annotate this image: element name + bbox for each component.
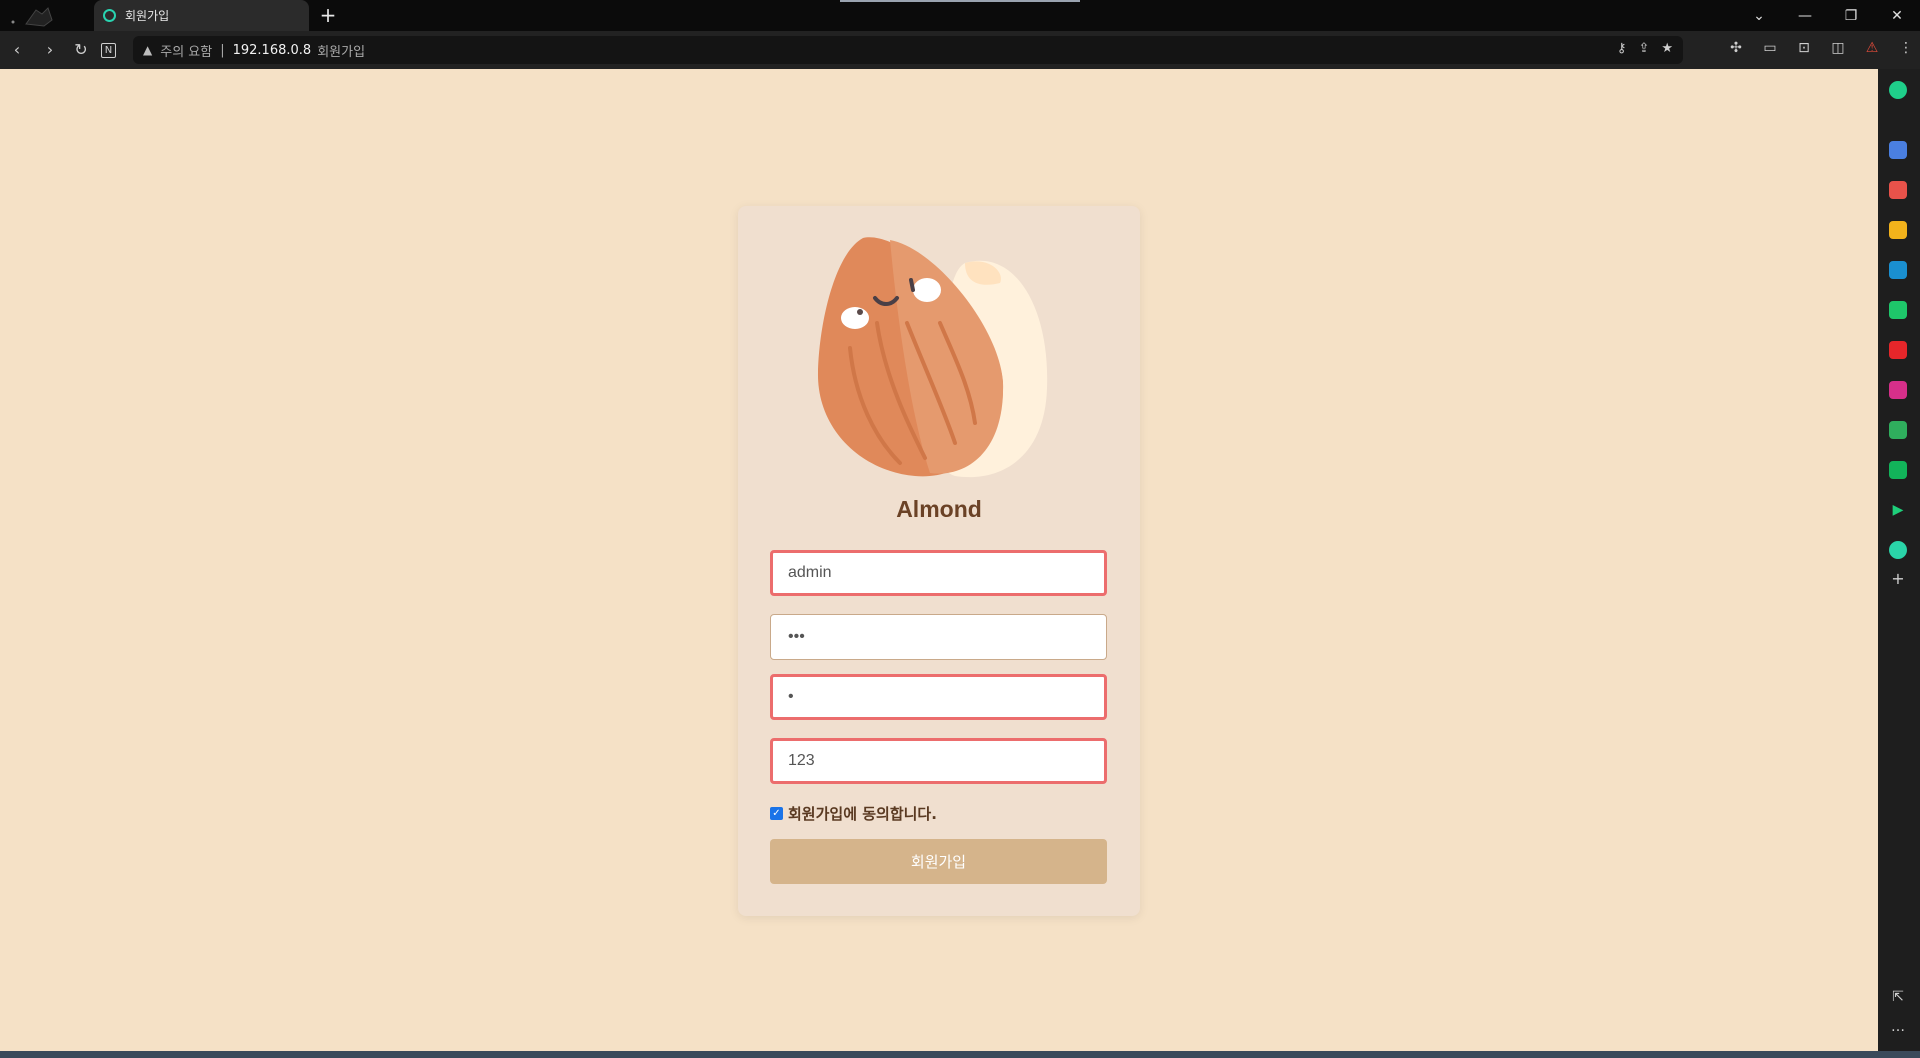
address-page-title[interactable]: 회원가입 xyxy=(317,41,365,60)
tab-favicon-icon xyxy=(103,9,116,22)
sidebar-more-icon[interactable]: … xyxy=(1889,1019,1907,1035)
translate-icon[interactable] xyxy=(1889,261,1907,279)
assistant-icon[interactable] xyxy=(1889,81,1907,99)
webtoon-icon[interactable] xyxy=(1889,301,1907,319)
tab-title: 회원가입 xyxy=(125,9,170,23)
toolbar-actions: ✣ ▭ ⊡ ◫ ⚠ ⋮ xyxy=(1726,40,1916,56)
tab-search-icon[interactable]: ⌄ xyxy=(1736,0,1782,31)
address-bar[interactable]: ▲ 주의 요함 | 192.168.0.8 회원가입 ⚷ ⇪ ★ xyxy=(133,36,1683,64)
almond-mascot-logo xyxy=(817,237,1048,478)
extensions-icon[interactable]: ✣ xyxy=(1726,40,1746,56)
youtube-icon[interactable] xyxy=(1889,341,1907,359)
open-external-icon[interactable]: ⇱ xyxy=(1889,989,1907,1005)
reload-button[interactable]: ↻ xyxy=(70,39,92,61)
signup-button[interactable]: 회원가입 xyxy=(770,839,1107,884)
os-taskbar xyxy=(0,1051,1920,1058)
window-controls: ⌄ — ❐ ✕ xyxy=(1736,0,1920,31)
forward-button[interactable]: › xyxy=(39,39,61,61)
minimize-button[interactable]: — xyxy=(1782,0,1828,31)
warning-triangle-icon[interactable]: ▲ xyxy=(143,43,152,57)
video-icon[interactable]: ▭ xyxy=(1760,40,1780,56)
extra-input[interactable]: 123 xyxy=(770,738,1107,784)
address-separator: | xyxy=(220,42,225,58)
capture-icon[interactable]: ⊡ xyxy=(1794,40,1814,56)
address-host[interactable]: 192.168.0.8 xyxy=(233,43,312,58)
stocks-icon[interactable] xyxy=(1889,421,1907,439)
bookmark-star-icon[interactable]: ★ xyxy=(1661,41,1673,56)
favorites-icon[interactable] xyxy=(1889,221,1907,239)
security-status[interactable]: 주의 요함 xyxy=(160,41,212,60)
signup-card: Almond admin ••• • 123 ✓ 회원가입에 동의합니다. 회원… xyxy=(738,206,1140,916)
brand-title: Almond xyxy=(896,496,982,522)
media-icon[interactable] xyxy=(1889,541,1907,559)
agree-row: ✓ 회원가입에 동의합니다. xyxy=(770,803,937,824)
username-input[interactable]: admin xyxy=(770,550,1107,596)
restore-button[interactable]: ❐ xyxy=(1828,0,1874,31)
back-button[interactable]: ‹ xyxy=(6,39,28,61)
more-menu-icon[interactable]: ⋮ xyxy=(1896,40,1916,56)
alert-icon[interactable]: ⚠ xyxy=(1862,40,1882,56)
instagram-icon[interactable] xyxy=(1889,381,1907,399)
key-icon[interactable]: ⚷ xyxy=(1617,41,1627,56)
browser-toolbar: ‹ › ↻ N ▲ 주의 요함 | 192.168.0.8 회원가입 ⚷ ⇪ ★… xyxy=(0,31,1920,69)
new-tab-button[interactable]: + xyxy=(318,5,338,25)
password-confirm-input[interactable]: • xyxy=(770,674,1107,720)
naver-icon[interactable]: N xyxy=(101,43,116,58)
close-window-button[interactable]: ✕ xyxy=(1874,0,1920,31)
browser-tab-bar: 회원가입 + ⌄ — ❐ ✕ xyxy=(0,0,1920,31)
calendar-icon[interactable] xyxy=(1889,461,1907,479)
workspace-icon[interactable] xyxy=(8,6,68,28)
add-sidebar-app-icon[interactable]: + xyxy=(1889,569,1907,588)
browser-tab-active[interactable]: 회원가입 xyxy=(94,0,309,31)
browser-side-panel: ▶ + ⇱ … xyxy=(1878,69,1920,1051)
address-bar-actions: ⚷ ⇪ ★ xyxy=(1617,41,1673,56)
top-strip xyxy=(840,0,1080,2)
agree-label[interactable]: 회원가입에 동의합니다. xyxy=(788,803,937,824)
play-icon[interactable]: ▶ xyxy=(1889,501,1907,519)
password-input[interactable]: ••• xyxy=(770,614,1107,660)
agree-checkbox[interactable]: ✓ xyxy=(770,807,783,820)
share-icon[interactable]: ⇪ xyxy=(1638,41,1649,56)
mail-icon[interactable] xyxy=(1889,141,1907,159)
pocket-icon[interactable] xyxy=(1889,181,1907,199)
split-view-icon[interactable]: ◫ xyxy=(1828,40,1848,56)
